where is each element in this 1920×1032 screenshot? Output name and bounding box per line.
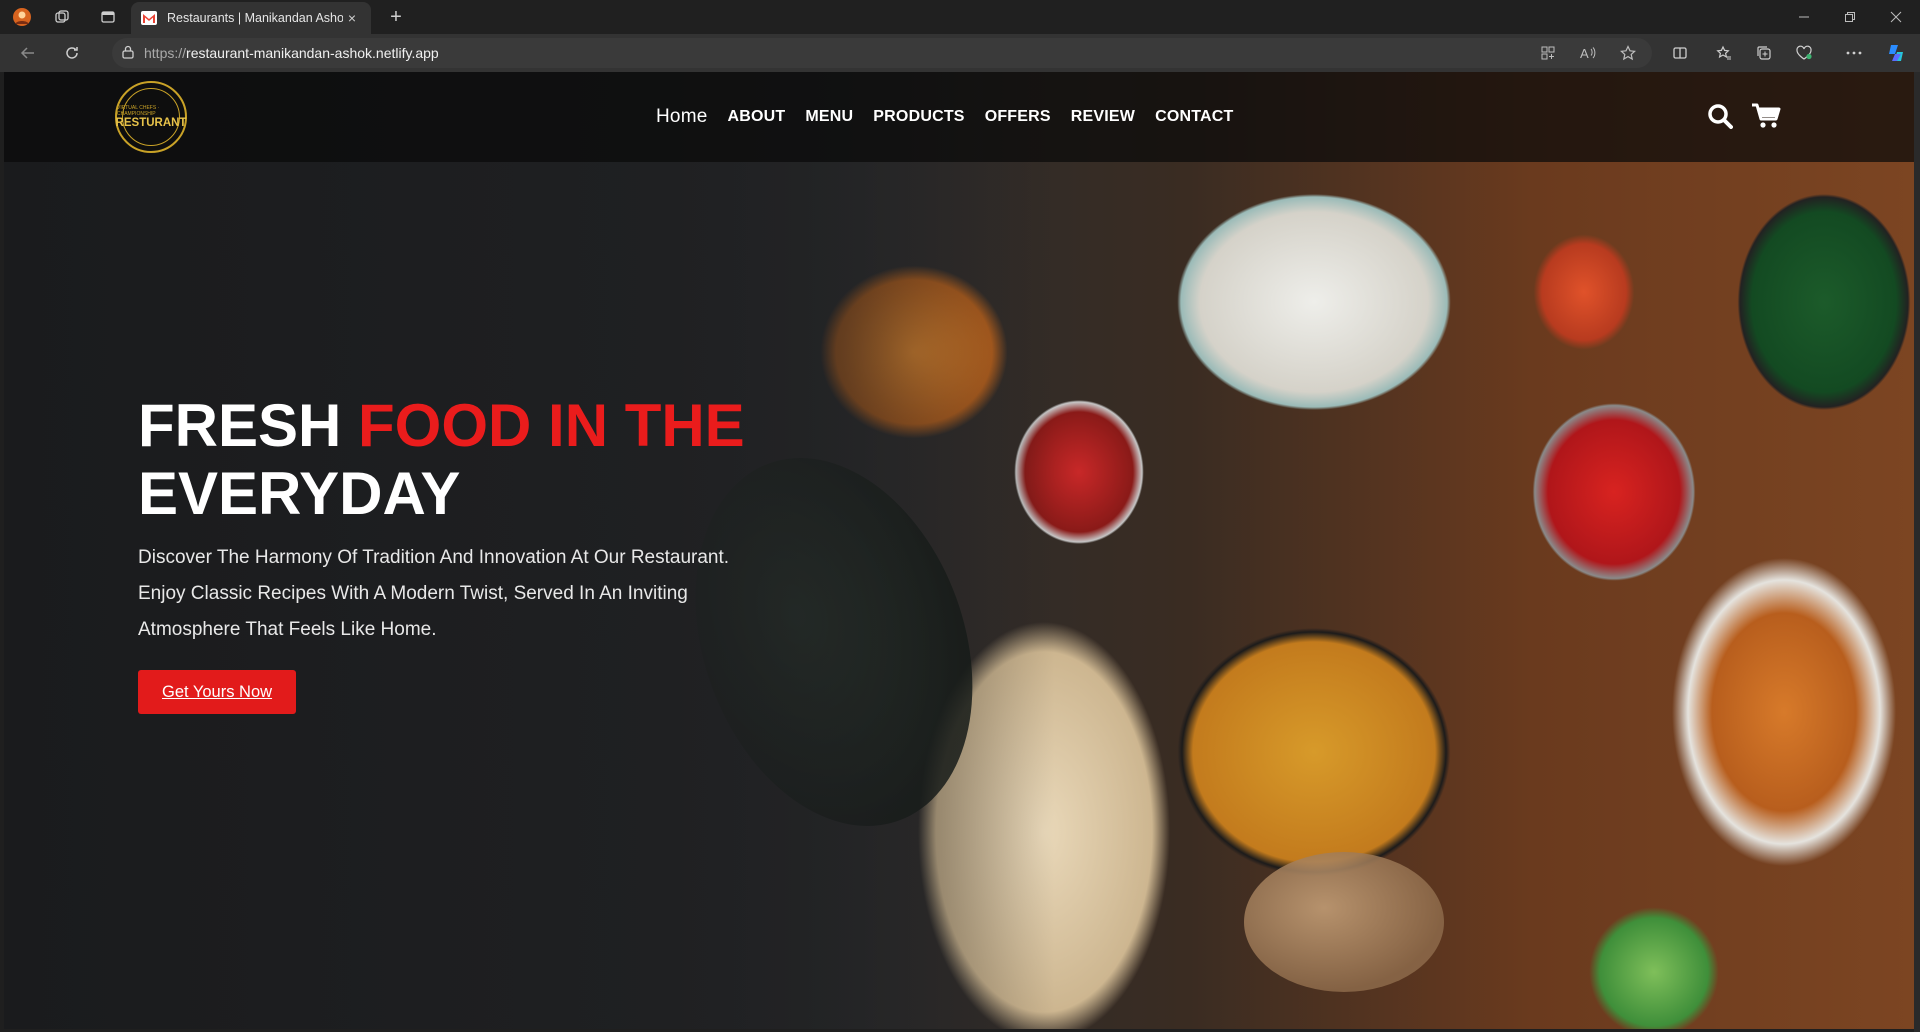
profile-icon[interactable] (0, 0, 44, 34)
browser-tab-active[interactable]: Restaurants | Manikandan Ashok × (131, 2, 371, 34)
split-screen-icon[interactable] (1660, 34, 1700, 72)
logo-text: RESTURANT (115, 117, 187, 129)
workspaces-icon[interactable] (44, 0, 80, 34)
nav-products[interactable]: PRODUCTS (873, 108, 964, 126)
gmail-m-icon (141, 10, 157, 26)
copilot-icon[interactable] (1876, 34, 1916, 72)
app-available-icon[interactable] (1528, 34, 1568, 72)
restore-icon[interactable] (1828, 0, 1872, 34)
browser-tab-bar: Restaurants | Manikandan Ashok × + (0, 0, 1920, 34)
search-icon[interactable] (1704, 100, 1736, 132)
favorite-star-icon[interactable] (1608, 34, 1648, 72)
collections-icon[interactable] (1744, 34, 1784, 72)
read-aloud-icon[interactable]: A (1568, 34, 1608, 72)
url-field[interactable]: https:// restaurant-manikandan-ashok.net… (112, 38, 1652, 68)
new-tab-icon[interactable]: + (380, 0, 412, 34)
svg-text:A: A (1580, 46, 1589, 61)
hero-description: Discover The Harmony Of Tradition And In… (138, 547, 730, 640)
nav-review[interactable]: REVIEW (1071, 108, 1135, 126)
nav-offers[interactable]: OFFERS (985, 108, 1051, 126)
get-yours-now-button[interactable]: Get Yours Now (138, 670, 297, 714)
hero-title-white: FRESH (138, 392, 359, 459)
logo-subtext: VIRTUAL CHEFS · CHAMPIONSHIP (117, 105, 160, 117)
browser-essentials-icon[interactable] (1784, 34, 1824, 72)
lock-icon[interactable] (122, 45, 144, 62)
tab-actions-icon[interactable] (90, 0, 126, 34)
hero-title-red: FOOD IN THE (358, 392, 745, 459)
favorites-icon[interactable] (1704, 34, 1744, 72)
restaurant-logo[interactable]: VIRTUAL CHEFS · CHAMPIONSHIP RESTURANT (115, 81, 187, 153)
nav-contact[interactable]: CONTACT (1155, 108, 1233, 126)
minimize-icon[interactable] (1782, 0, 1826, 34)
nav-menu[interactable]: MENU (805, 108, 853, 126)
hero-section: FRESH FOOD IN THE EVERYDAY Discover The … (138, 392, 778, 714)
more-options-icon[interactable] (1834, 34, 1874, 72)
close-tab-icon[interactable]: × (343, 10, 361, 26)
page-scrollbar[interactable] (1914, 72, 1920, 1032)
nav-about[interactable]: ABOUT (727, 108, 785, 126)
nav-home[interactable]: Home (656, 106, 707, 128)
site-header: VIRTUAL CHEFS · CHAMPIONSHIP RESTURANT H… (4, 72, 1914, 162)
cart-icon[interactable] (1750, 100, 1782, 132)
refresh-icon[interactable] (50, 34, 94, 72)
url-host: restaurant-manikandan-ashok.netlify.app (186, 45, 439, 61)
hero-title-second-line: EVERYDAY (138, 460, 461, 527)
url-protocol: https:// (144, 45, 187, 61)
tab-title: Restaurants | Manikandan Ashok (167, 11, 343, 25)
main-nav: Home ABOUT MENU PRODUCTS OFFERS REVIEW C… (656, 72, 1234, 162)
close-window-icon[interactable] (1874, 0, 1918, 34)
hero-title: FRESH FOOD IN THE EVERYDAY (138, 392, 778, 528)
web-page: VIRTUAL CHEFS · CHAMPIONSHIP RESTURANT H… (4, 72, 1914, 1029)
back-icon[interactable] (6, 34, 50, 72)
